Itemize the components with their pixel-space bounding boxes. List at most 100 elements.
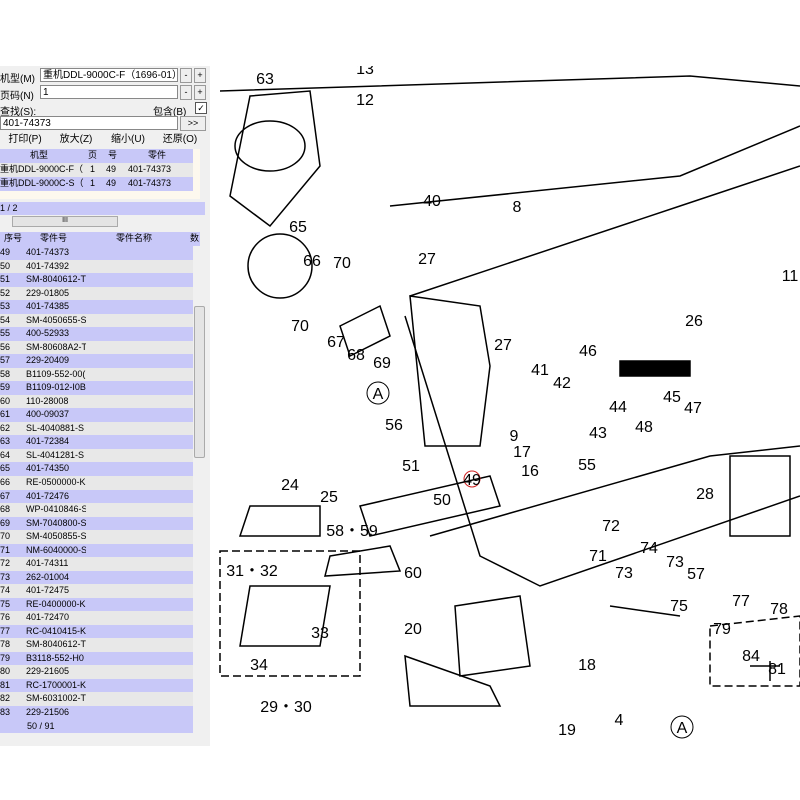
zoom-out-button[interactable]: 缩小(U) [102, 132, 154, 148]
callout-label[interactable]: 17 [513, 444, 531, 461]
callout-label[interactable]: 55 [578, 457, 596, 474]
callout-label[interactable]: 70 [333, 255, 351, 272]
parts-row[interactable]: 65 401-74350 [0, 462, 193, 476]
callout-label[interactable]: 56 [385, 417, 403, 434]
callout-label[interactable]: 16 [521, 463, 539, 480]
parts-row[interactable]: 52 229-01805 [0, 286, 193, 301]
parts-row[interactable]: 62 SL-4040881-S [0, 421, 193, 436]
horizontal-scrollbar[interactable]: III [0, 215, 205, 227]
callout-label[interactable]: 24 [281, 477, 299, 494]
page-minus-button[interactable]: - [180, 85, 192, 100]
page-plus-button[interactable]: + [194, 85, 206, 100]
scroll-thumb[interactable] [194, 306, 205, 458]
callout-label[interactable]: 25 [320, 489, 338, 506]
parts-row[interactable]: 64 SL-4041281-S [0, 448, 193, 463]
parts-row[interactable]: 77 RC-0410415-K [0, 624, 193, 639]
page-select[interactable]: 1 [40, 85, 178, 99]
callout-label[interactable]: 79 [713, 621, 731, 638]
callout-label[interactable]: 9 [510, 428, 519, 445]
parts-row[interactable]: 54 SM-4050655-S [0, 313, 193, 328]
callout-label[interactable]: 34 [250, 657, 268, 674]
print-button[interactable]: 打印(P) [0, 132, 50, 148]
search-input[interactable]: 401-74373 [0, 116, 178, 130]
callout-label[interactable]: 44 [609, 399, 627, 416]
callout-label[interactable]: 47 [684, 400, 702, 417]
callout-label[interactable]: 18 [578, 657, 596, 674]
callout-label[interactable]: 46 [579, 343, 597, 360]
parts-row[interactable]: 50 401-74392 [0, 259, 193, 274]
callout-label[interactable]: 75 [670, 598, 688, 615]
callout-label[interactable]: 20 [404, 621, 422, 638]
callout-label[interactable]: 43 [589, 425, 607, 442]
callout-label[interactable]: 50 [433, 492, 451, 509]
model-plus-button[interactable]: + [194, 68, 206, 83]
parts-row[interactable]: 57 229-20409 [0, 354, 193, 368]
callout-label[interactable]: 13 [356, 66, 374, 78]
callout-label[interactable]: 57 [687, 566, 705, 583]
callout-label[interactable]: 8 [513, 199, 522, 216]
parts-row[interactable]: 58 B1109-552-00( [0, 367, 193, 382]
col-qty[interactable]: 数 [190, 232, 199, 246]
callout-label[interactable]: 69 [373, 355, 391, 372]
callout-label[interactable]: 60 [404, 565, 422, 582]
callout-label[interactable]: 4 [615, 712, 624, 729]
callout-label[interactable]: 26 [685, 313, 703, 330]
col-seq[interactable]: 序号 [4, 232, 22, 246]
callout-label[interactable]: 84 [742, 648, 760, 665]
model-minus-button[interactable]: - [180, 68, 192, 83]
callout-label[interactable]: 58・59 [326, 523, 378, 540]
callout-label[interactable]: 11 [782, 268, 799, 285]
callout-label[interactable]: 73 [666, 554, 684, 571]
parts-row[interactable]: 63 401-72384 [0, 435, 193, 449]
parts-row[interactable]: 66 RE-0500000-K [0, 476, 193, 490]
parts-row[interactable]: 75 RE-0400000-K [0, 597, 193, 612]
callout-label[interactable]: 63 [256, 71, 274, 88]
callout-label[interactable]: 41 [531, 362, 549, 379]
callout-label[interactable]: 73 [615, 565, 633, 582]
parts-row[interactable]: 69 SM-7040800-S [0, 516, 193, 531]
parts-row[interactable]: 82 SM-6031002-T [0, 692, 193, 706]
parts-row[interactable]: 56 SM-80608A2-T [0, 340, 193, 355]
callout-label[interactable]: 51 [402, 458, 420, 475]
parts-row[interactable]: 60 110-28008 [0, 394, 193, 409]
col-page[interactable]: 页 [88, 149, 97, 163]
col-model[interactable]: 机型 [30, 149, 48, 163]
parts-row[interactable]: 80 229-21605 [0, 665, 193, 679]
callout-label[interactable]: 28 [696, 486, 714, 503]
parts-row[interactable]: 71 NM-6040000-S [0, 543, 193, 558]
col-part-name[interactable]: 零件名称 [116, 232, 152, 246]
callout-label[interactable]: 68 [347, 347, 365, 364]
callout-label[interactable]: 65 [289, 219, 307, 236]
restore-button[interactable]: 还原(O) [154, 132, 206, 148]
result-row[interactable]: 重机DDL-9000C-F（ 1 49 401-74373 [0, 163, 193, 178]
parts-row[interactable]: 81 RC-1700001-K [0, 678, 193, 693]
zoom-in-button[interactable]: 放大(Z) [50, 132, 102, 148]
callout-label[interactable]: 12 [356, 92, 374, 109]
parts-row[interactable]: 78 SM-8040612-T [0, 638, 193, 652]
callout-label[interactable]: 81 [768, 661, 786, 678]
parts-row[interactable]: 59 B1109-012-I0B [0, 381, 193, 395]
parts-row[interactable]: 55 400-52933 [0, 327, 193, 341]
parts-row[interactable]: 70 SM-4050855-S [0, 530, 193, 544]
callout-label[interactable]: A [373, 386, 384, 403]
callout-label[interactable]: A [677, 720, 688, 737]
vertical-scrollbar[interactable] [193, 246, 205, 746]
parts-row[interactable]: 76 401-72470 [0, 611, 193, 625]
callout-label[interactable]: 45 [663, 389, 681, 406]
callout-label[interactable]: 33 [311, 625, 329, 642]
model-select[interactable]: 重机DDL-9000C-F（1696-01） [40, 68, 182, 82]
parts-diagram[interactable]: 63121340 86566 707027276768 6926A4641424445… [210, 66, 800, 746]
callout-label[interactable]: 78 [770, 601, 788, 618]
parts-row[interactable]: 67 401-72476 [0, 489, 193, 504]
parts-row[interactable]: 79 B3118-552-H0 [0, 651, 193, 666]
parts-row[interactable]: 72 401-74311 [0, 557, 193, 571]
callout-label[interactable]: 48 [635, 419, 653, 436]
include-checkbox[interactable]: ✓ [195, 102, 207, 114]
callout-label[interactable]: 67 [327, 334, 345, 351]
scroll-thumb[interactable]: III [12, 216, 118, 227]
callout-label[interactable]: 66 [303, 253, 321, 270]
callout-label[interactable]: 27 [494, 337, 512, 354]
callout-label[interactable]: 77 [732, 593, 750, 610]
callout-label[interactable]: 40 [423, 193, 441, 210]
parts-row[interactable]: 49 401-74373 [0, 246, 193, 261]
